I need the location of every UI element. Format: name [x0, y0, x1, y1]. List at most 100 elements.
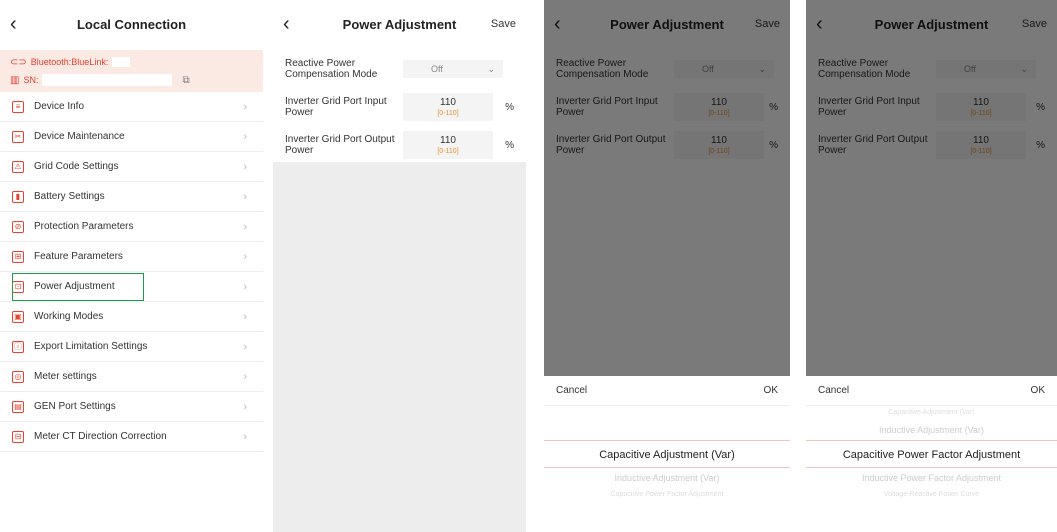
- menu-item-meter-ct-direction-correction[interactable]: ⊟ Meter CT Direction Correction ›: [0, 422, 263, 452]
- menu-item-label: Power Adjustment: [34, 281, 115, 292]
- picker-option[interactable]: Capacitive Adjustment (Var): [806, 406, 1057, 420]
- sn-value-redacted: [42, 74, 173, 86]
- working-modes-icon: ▣: [12, 310, 24, 323]
- chevron-right-icon: ›: [243, 250, 247, 263]
- menu-item-label: Grid Code Settings: [34, 161, 119, 172]
- mode-picker: Cancel OK Capacitive Adjustment (Var) In…: [806, 376, 1057, 532]
- page-title: Local Connection: [76, 17, 187, 32]
- picker-option[interactable]: Voltage-Reactive Power Curve: [806, 488, 1057, 502]
- export-limit-icon: ⓘ: [12, 340, 24, 353]
- menu-item-battery-settings[interactable]: ▮ Battery Settings ›: [0, 182, 263, 212]
- chevron-right-icon: ›: [243, 400, 247, 413]
- input-power-row: Inverter Grid Port Input Power 110 [0-110…: [273, 88, 526, 126]
- output-power-label: Inverter Grid Port Output Power: [285, 134, 395, 156]
- output-power-row: Inverter Grid Port Output Power 110 [0-11…: [273, 126, 526, 164]
- power-adjustment-picker-screen-1: ‹ Power Adjustment Save Reactive Power C…: [544, 0, 790, 532]
- output-power-value: 110: [440, 135, 456, 146]
- picker-toolbar: Cancel OK: [544, 376, 790, 406]
- local-connection-screen: ‹ Local Connection ⊂⊃ Bluetooth:BlueLink…: [0, 0, 263, 532]
- menu-item-working-modes[interactable]: ▣ Working Modes ›: [0, 302, 263, 332]
- reactive-mode-row: Reactive Power Compensation Mode Off ⌄: [273, 50, 526, 88]
- menu-item-meter-settings[interactable]: ◎ Meter settings ›: [0, 362, 263, 392]
- menu-item-device-maintenance[interactable]: ✂ Device Maintenance ›: [0, 122, 263, 152]
- picker-option-selected[interactable]: Capacitive Adjustment (Var): [544, 440, 790, 468]
- chevron-right-icon: ›: [243, 130, 247, 143]
- chevron-right-icon: ›: [243, 340, 247, 353]
- menu-item-export-limitation-settings[interactable]: ⓘ Export Limitation Settings ›: [0, 332, 263, 362]
- battery-icon: ▮: [12, 190, 24, 203]
- header: ‹ Power Adjustment Save: [273, 0, 526, 50]
- menu-item-power-adjustment[interactable]: ⊡ Power Adjustment ›: [0, 272, 263, 302]
- unit-label: %: [505, 139, 514, 151]
- bluetooth-label: Bluetooth:BlueLink:: [30, 57, 109, 67]
- connection-info: ⊂⊃ Bluetooth:BlueLink: ▥ SN: ⧉: [0, 50, 263, 92]
- menu-item-label: Protection Parameters: [34, 221, 134, 232]
- chevron-right-icon: ›: [243, 160, 247, 173]
- menu-item-label: Feature Parameters: [34, 251, 123, 262]
- output-power-field[interactable]: 110 [0-110]: [403, 131, 493, 159]
- input-power-range: [0-110]: [437, 110, 459, 117]
- picker-option-selected[interactable]: Capacitive Power Factor Adjustment: [806, 440, 1057, 468]
- menu-item-grid-code-settings[interactable]: ⚠ Grid Code Settings ›: [0, 152, 263, 182]
- feature-icon: ⊞: [12, 250, 24, 263]
- page-title: Power Adjustment: [342, 17, 457, 32]
- chevron-down-icon: ⌄: [487, 63, 495, 74]
- unit-label: %: [505, 101, 514, 113]
- copy-icon[interactable]: ⧉: [182, 75, 189, 86]
- empty-area: [273, 162, 526, 532]
- power-adjustment-picker-screen-2: ‹ Power Adjustment Save Reactive Power C…: [806, 0, 1057, 532]
- link-icon: ⊂⊃: [10, 56, 27, 68]
- meter-ct-icon: ⊟: [12, 430, 24, 443]
- chevron-right-icon: ›: [243, 430, 247, 443]
- save-button[interactable]: Save: [491, 18, 516, 30]
- sn-label: SN:: [23, 75, 39, 85]
- gen-port-icon: ▤: [12, 400, 24, 413]
- picker-spacer: [544, 406, 790, 440]
- protection-icon: ⊘: [12, 220, 24, 233]
- menu-item-protection-parameters[interactable]: ⊘ Protection Parameters ›: [0, 212, 263, 242]
- chevron-right-icon: ›: [243, 190, 247, 203]
- picker-toolbar: Cancel OK: [806, 376, 1057, 406]
- modal-overlay[interactable]: [544, 0, 790, 376]
- cancel-button[interactable]: Cancel: [556, 385, 587, 396]
- maintenance-icon: ✂: [12, 130, 24, 143]
- bluetooth-name-redacted: [112, 57, 131, 67]
- output-power-range: [0-110]: [437, 148, 459, 155]
- modal-overlay[interactable]: [806, 0, 1057, 376]
- settings-menu: ≡ Device Info › ✂ Device Maintenance › ⚠ Grid C…: [0, 92, 263, 452]
- chevron-right-icon: ›: [243, 370, 247, 383]
- input-power-label: Inverter Grid Port Input Power: [285, 96, 387, 118]
- menu-item-label: Device Info: [34, 101, 85, 112]
- picker-option[interactable]: Inductive Adjustment (Var): [806, 420, 1057, 440]
- input-power-field[interactable]: 110 [0-110]: [403, 93, 493, 121]
- menu-item-label: GEN Port Settings: [34, 401, 116, 412]
- grid-code-icon: ⚠: [12, 160, 24, 173]
- meter-icon: ◎: [12, 370, 24, 383]
- picker-option[interactable]: Inductive Power Factor Adjustment: [806, 468, 1057, 488]
- menu-item-label: Meter CT Direction Correction: [34, 431, 167, 442]
- input-power-value: 110: [440, 97, 456, 108]
- ok-button[interactable]: OK: [1031, 385, 1045, 396]
- power-adjustment-screen: ‹ Power Adjustment Save Reactive Power C…: [273, 0, 526, 532]
- menu-item-gen-port-settings[interactable]: ▤ GEN Port Settings ›: [0, 392, 263, 422]
- power-adjustment-icon: ⊡: [12, 280, 24, 293]
- reactive-mode-select[interactable]: Off ⌄: [403, 60, 503, 78]
- chevron-right-icon: ›: [243, 280, 247, 293]
- device-info-icon: ≡: [12, 100, 24, 113]
- menu-item-feature-parameters[interactable]: ⊞ Feature Parameters ›: [0, 242, 263, 272]
- menu-item-label: Device Maintenance: [34, 131, 125, 142]
- ok-button[interactable]: OK: [764, 385, 778, 396]
- menu-item-label: Working Modes: [34, 311, 104, 322]
- cancel-button[interactable]: Cancel: [818, 385, 849, 396]
- reactive-mode-label: Reactive Power Compensation Mode: [285, 58, 378, 80]
- chevron-right-icon: ›: [243, 220, 247, 233]
- barcode-icon: ▥: [10, 74, 20, 86]
- reactive-mode-value: Off: [431, 64, 443, 74]
- chevron-right-icon: ›: [243, 100, 247, 113]
- menu-item-label: Battery Settings: [34, 191, 105, 202]
- picker-option[interactable]: Inductive Adjustment (Var): [544, 468, 790, 488]
- menu-item-label: Meter settings: [34, 371, 97, 382]
- chevron-right-icon: ›: [243, 310, 247, 323]
- menu-item-device-info[interactable]: ≡ Device Info ›: [0, 92, 263, 122]
- picker-option[interactable]: Capacitive Power Factor Adjustment: [544, 488, 790, 502]
